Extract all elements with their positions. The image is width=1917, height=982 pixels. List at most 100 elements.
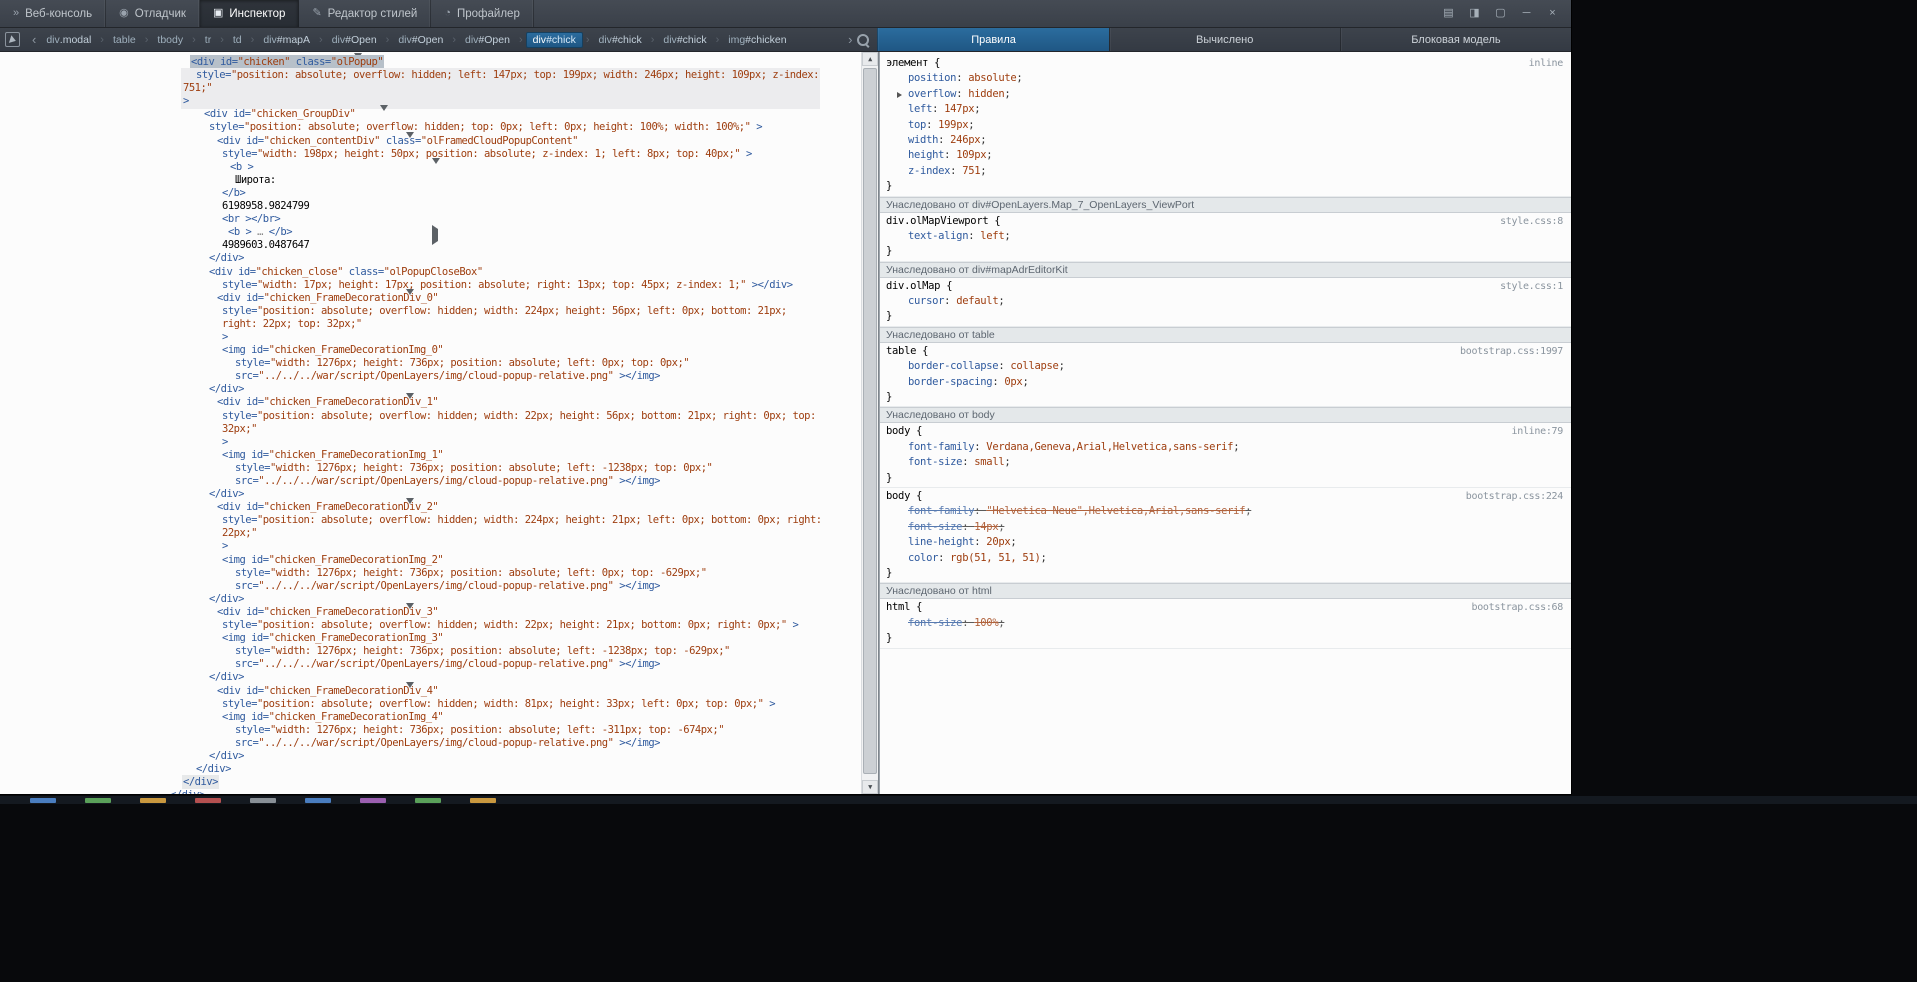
tool-tab-debugger[interactable]: ◉Отладчик: [106, 0, 200, 27]
css-declaration[interactable]: font-family: Verdana,Geneva,Arial,Helvet…: [880, 440, 1571, 455]
css-declaration[interactable]: border-spacing: 0px;: [880, 375, 1571, 390]
minimize-icon[interactable]: ─: [1518, 6, 1535, 22]
css-declaration[interactable]: z-index: 751;: [880, 164, 1571, 179]
tool-tab-profiler[interactable]: ◔Профайлер: [431, 0, 534, 27]
markup-line[interactable]: >: [0, 331, 878, 344]
css-source-link[interactable]: style.css:1: [1500, 279, 1571, 294]
markup-line[interactable]: style="position: absolute; overflow: hid…: [0, 698, 878, 711]
taskbar-app-icon[interactable]: [30, 798, 56, 803]
markup-line[interactable]: </div>: [0, 252, 878, 265]
dock-side-icon[interactable]: ◨: [1466, 6, 1483, 22]
scrollbar-thumb[interactable]: [863, 68, 877, 774]
markup-line[interactable]: style="position: absolute; overflow: hid…: [0, 305, 878, 318]
markup-line[interactable]: </div>: [0, 776, 878, 789]
css-declaration[interactable]: width: 246px;: [880, 133, 1571, 148]
css-declaration[interactable]: cursor: default;: [880, 294, 1571, 309]
markup-line[interactable]: <div id="chicken_FrameDecorationDiv_0": [0, 292, 878, 305]
tool-tab-inspector[interactable]: ▣Инспектор: [200, 0, 300, 27]
breadcrumb-item-9[interactable]: div#chick: [526, 32, 583, 48]
markup-line[interactable]: <div id="chicken_GroupDiv": [0, 108, 878, 121]
markup-line[interactable]: <img id="chicken_FrameDecorationImg_3": [0, 632, 878, 645]
markup-line[interactable]: </div>: [0, 593, 878, 606]
markup-line[interactable]: style="width: 1276px; height: 736px; pos…: [0, 724, 878, 737]
css-declaration[interactable]: left: 147px;: [880, 102, 1571, 117]
css-declaration[interactable]: height: 109px;: [880, 148, 1571, 163]
rule-selector[interactable]: div.olMap: [886, 279, 940, 294]
breadcrumb-item-0[interactable]: div.modal: [40, 32, 97, 48]
sidebar-tab-computed[interactable]: Вычислено: [1109, 28, 1340, 51]
breadcrumb-item-7[interactable]: div#Open: [392, 32, 449, 48]
markup-line[interactable]: <b > … </b>: [0, 226, 878, 239]
markup-line[interactable]: >: [0, 540, 878, 553]
css-declaration[interactable]: line-height: 20px;: [880, 535, 1571, 550]
taskbar-app-icon[interactable]: [250, 798, 276, 803]
breadcrumb-item-12[interactable]: img#chicken: [722, 32, 792, 48]
markup-line[interactable]: <img id="chicken_FrameDecorationImg_2": [0, 554, 878, 567]
markup-line[interactable]: <div id="chicken_close" class="olPopupCl…: [0, 266, 878, 279]
markup-line[interactable]: <div id="chicken_FrameDecorationDiv_1": [0, 396, 878, 409]
markup-line[interactable]: <div id="chicken_contentDiv" class="olFr…: [0, 135, 878, 148]
markup-line[interactable]: </b>: [0, 187, 878, 200]
tool-tab-web-console[interactable]: »Веб-консоль: [0, 0, 106, 27]
markup-line[interactable]: </div>: [0, 763, 878, 776]
markup-line[interactable]: src="../../../war/script/OpenLayers/img/…: [0, 737, 878, 750]
search-icon[interactable]: [856, 33, 870, 47]
markup-line[interactable]: right: 22px; top: 32px;": [0, 318, 878, 331]
markup-line[interactable]: <div id="chicken_FrameDecorationDiv_3": [0, 606, 878, 619]
scroll-up-icon[interactable]: ▲: [862, 52, 878, 66]
breadcrumb-item-3[interactable]: tr: [199, 32, 217, 48]
markup-line[interactable]: 22px;": [0, 527, 878, 540]
markup-line[interactable]: <div id="chicken_FrameDecorationDiv_2": [0, 501, 878, 514]
markup-line[interactable]: </div>: [0, 671, 878, 684]
dock-bottom-icon[interactable]: ▤: [1440, 6, 1457, 22]
css-declaration[interactable]: position: absolute;: [880, 71, 1571, 86]
markup-line[interactable]: style="width: 1276px; height: 736px; pos…: [0, 567, 878, 580]
markup-line[interactable]: <div id="chicken_FrameDecorationDiv_4": [0, 685, 878, 698]
markup-line[interactable]: 32px;": [0, 423, 878, 436]
markup-line[interactable]: <img id="chicken_FrameDecorationImg_0": [0, 344, 878, 357]
breadcrumb-item-5[interactable]: div#mapA: [257, 32, 316, 48]
markup-line[interactable]: style="position: absolute; overflow: hid…: [0, 619, 878, 632]
markup-line[interactable]: >: [0, 95, 878, 108]
breadcrumb-scroll-left[interactable]: ‹: [28, 33, 40, 46]
taskbar-app-icon[interactable]: [305, 798, 331, 803]
breadcrumb-item-1[interactable]: table: [107, 32, 142, 48]
markup-line[interactable]: style="position: absolute; overflow: hid…: [0, 410, 878, 423]
markup-line[interactable]: src="../../../war/script/OpenLayers/img/…: [0, 658, 878, 671]
breadcrumb-item-11[interactable]: div#chick: [657, 32, 712, 48]
markup-line[interactable]: </div>: [0, 488, 878, 501]
markup-line[interactable]: style="width: 1276px; height: 736px; pos…: [0, 462, 878, 475]
css-source-link[interactable]: bootstrap.css:68: [1471, 600, 1571, 615]
tool-tab-style-editor[interactable]: ✎Редактор стилей: [299, 0, 431, 27]
close-icon[interactable]: ×: [1544, 6, 1561, 22]
markup-line[interactable]: src="../../../war/script/OpenLayers/img/…: [0, 370, 878, 383]
css-source-link[interactable]: bootstrap.css:224: [1466, 489, 1571, 504]
rule-selector[interactable]: body: [886, 424, 910, 439]
css-declaration[interactable]: font-size: small;: [880, 455, 1571, 470]
css-declaration[interactable]: color: rgb(51, 51, 51);: [880, 551, 1571, 566]
taskbar-app-icon[interactable]: [140, 798, 166, 803]
taskbar-app-icon[interactable]: [85, 798, 111, 803]
pick-element-icon[interactable]: [5, 32, 20, 47]
css-declaration[interactable]: font-size: 14px;: [880, 520, 1571, 535]
taskbar-app-icon[interactable]: [415, 798, 441, 803]
breadcrumb-item-2[interactable]: tbody: [151, 32, 189, 48]
markup-line[interactable]: </div>: [0, 750, 878, 763]
taskbar-app-icon[interactable]: [470, 798, 496, 803]
markup-line[interactable]: src="../../../war/script/OpenLayers/img/…: [0, 475, 878, 488]
rule-selector[interactable]: html: [886, 600, 910, 615]
markup-line[interactable]: style="width: 1276px; height: 736px; pos…: [0, 645, 878, 658]
rule-selector[interactable]: элемент: [886, 56, 928, 71]
rule-selector[interactable]: div.olMapViewport: [886, 214, 988, 229]
markup-line[interactable]: </div>: [0, 789, 878, 794]
markup-line[interactable]: >: [0, 436, 878, 449]
taskbar-app-icon[interactable]: [360, 798, 386, 803]
css-declaration[interactable]: font-size: 100%;: [880, 616, 1571, 631]
markup-line[interactable]: style="width: 17px; height: 17px; positi…: [0, 279, 878, 292]
rule-selector[interactable]: body: [886, 489, 910, 504]
sidebar-tab-box-model[interactable]: Блоковая модель: [1340, 28, 1571, 51]
breadcrumb-item-10[interactable]: div#chick: [593, 32, 648, 48]
markup-line[interactable]: 6198958.9824799: [0, 200, 878, 213]
breadcrumb-scroll-right[interactable]: ›: [844, 33, 856, 46]
breadcrumb-item-4[interactable]: td: [227, 32, 248, 48]
